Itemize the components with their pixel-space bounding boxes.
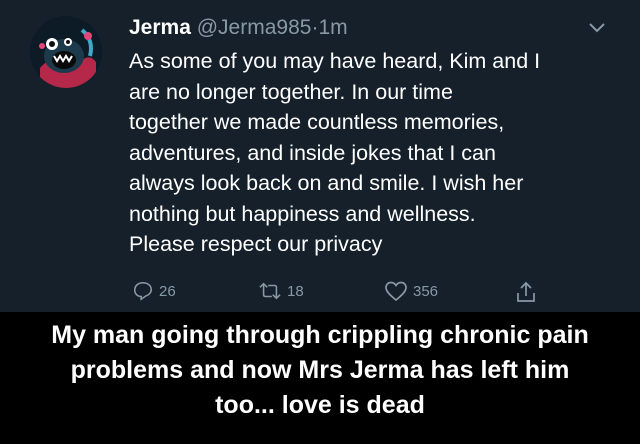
tweet-text-line: As some of you may have heard, Kim and I — [129, 49, 541, 73]
author-handle[interactable]: @Jerma985 — [197, 16, 312, 39]
tweet-text-line: Please respect our privacy — [129, 232, 383, 256]
caption-line: problems and now Mrs Jerma has left him — [70, 356, 570, 384]
author-name[interactable]: Jerma — [129, 16, 191, 39]
heart-icon — [385, 281, 407, 302]
like-button[interactable]: 356 — [384, 280, 438, 302]
tweet-actions: 26 18 356 — [0, 280, 640, 308]
tweet-header: Jerma @Jerma985·1m — [129, 14, 348, 42]
tweet-text-line: are no longer together. In our time — [129, 79, 453, 104]
tweet-text-line: adventures, and inside jokes that I can — [129, 140, 496, 165]
meme-caption: My man going through crippling chronic p… — [0, 318, 640, 423]
chevron-down-icon[interactable] — [588, 22, 606, 34]
reply-button[interactable]: 26 — [132, 280, 176, 302]
tweet-text-line: always look back on and smile. I wish he… — [129, 171, 524, 195]
like-count: 356 — [413, 282, 439, 300]
reply-count: 26 — [159, 282, 176, 300]
tweet-text: As some of you may have heard, Kim and I… — [129, 46, 589, 260]
tweet-timestamp[interactable]: 1m — [318, 16, 347, 39]
share-button[interactable] — [515, 280, 537, 304]
avatar[interactable] — [30, 16, 102, 88]
tweet-card: Jerma @Jerma985·1m As some of you may ha… — [0, 0, 640, 312]
tweet-text-line: nothing but happiness and wellness. — [129, 201, 476, 226]
retweet-button[interactable]: 18 — [258, 280, 304, 302]
retweet-count: 18 — [287, 282, 304, 300]
caption-line: too... love is dead — [215, 391, 425, 419]
avatar-image — [30, 16, 102, 88]
caption-line: My man going through crippling chronic p… — [51, 321, 589, 349]
reply-icon — [133, 281, 153, 301]
share-icon — [517, 281, 535, 302]
retweet-icon — [259, 282, 281, 300]
tweet-text-line: together we made countless memories, — [129, 110, 505, 134]
